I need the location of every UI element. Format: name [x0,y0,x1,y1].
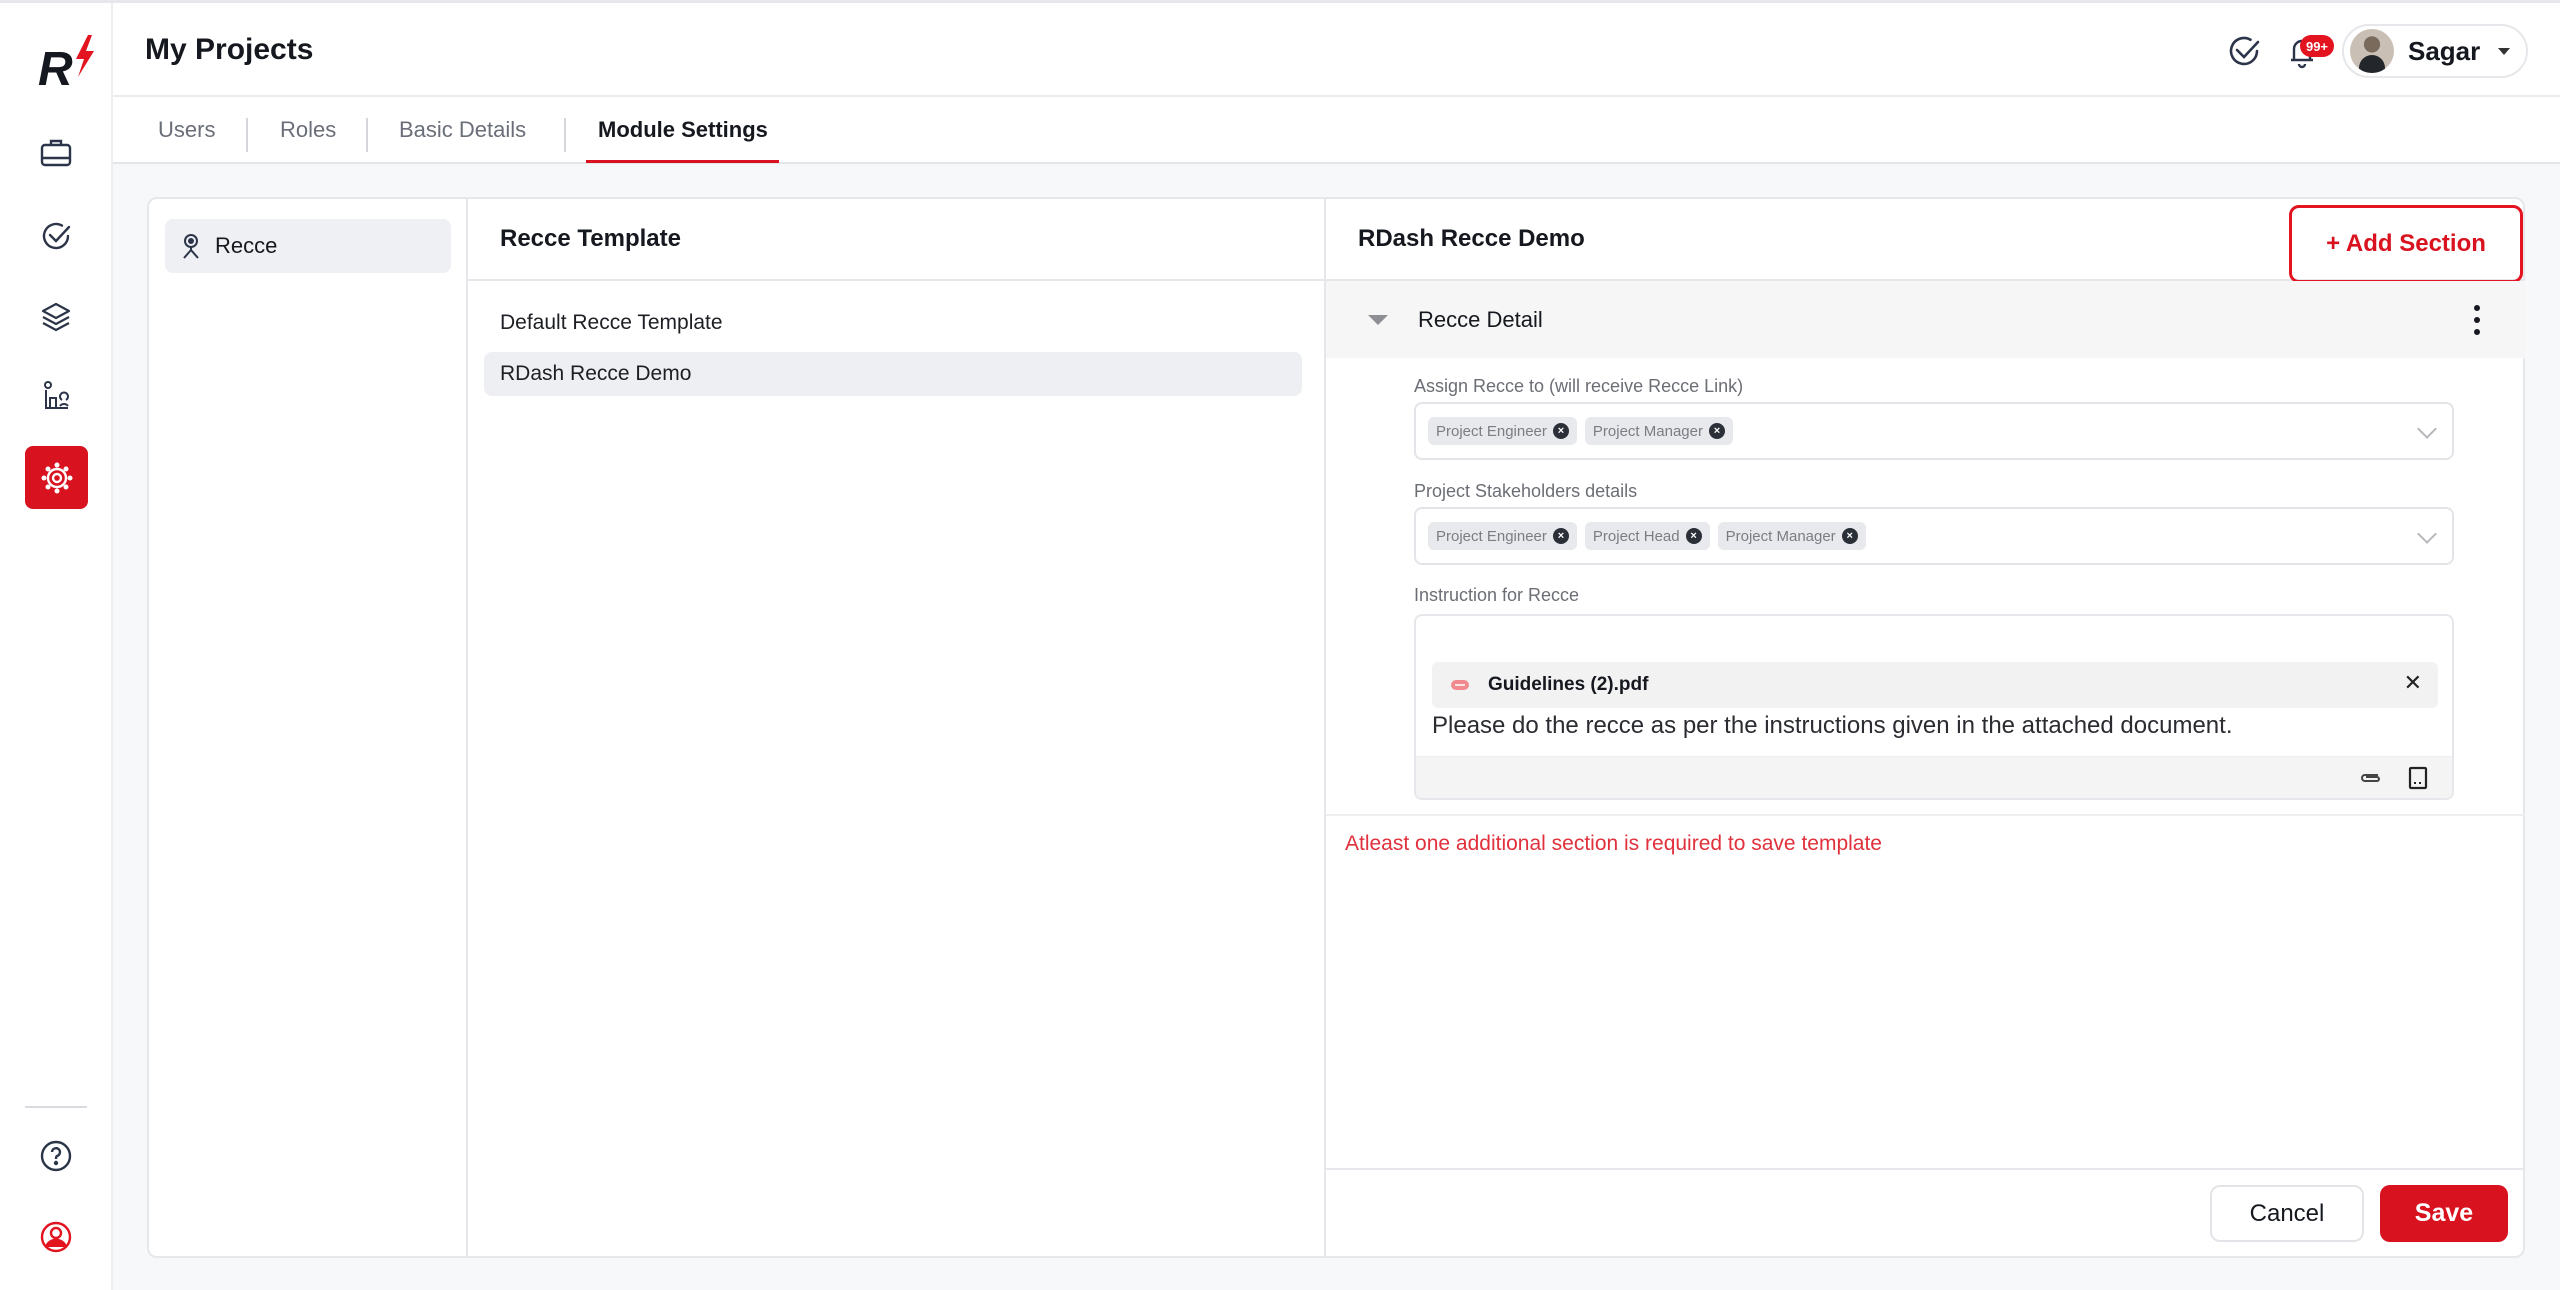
add-section-button[interactable]: + Add Section [2289,205,2523,283]
attach-file-icon[interactable] [2358,766,2382,790]
assign-recce-multiselect[interactable]: Project Engineer × Project Manager × [1414,402,2454,460]
layers-icon[interactable] [34,295,78,339]
role-chip: Project Head × [1584,522,1710,550]
notification-count-badge: 99+ [2300,35,2334,57]
instruction-editor[interactable]: Guidelines (2).pdf ✕ Please do the recce… [1414,614,2454,800]
instruction-text[interactable]: Please do the recce as per the instructi… [1432,712,2232,740]
tab-separator [564,118,566,152]
attachment-clip-icon [1451,680,1469,690]
remove-attachment-icon[interactable]: ✕ [2404,670,2422,696]
tab-basic-details[interactable]: Basic Details [399,117,526,143]
help-icon[interactable] [34,1134,78,1178]
active-tab-indicator [586,160,779,163]
module-label: Recce [215,233,278,258]
remove-chip-icon[interactable]: × [1685,528,1702,544]
role-chip: Project Manager × [1584,417,1733,445]
top-header: My Projects [113,3,2560,97]
user-avatar [2350,29,2394,73]
more-options-icon[interactable] [2469,305,2485,335]
tab-separator [246,118,248,152]
user-menu[interactable]: Sagar [2342,24,2528,78]
remove-chip-icon[interactable]: × [1552,528,1569,544]
surveyor-icon [183,234,199,259]
chevron-down-icon[interactable] [2417,419,2437,439]
validation-error-message: Atleast one additional section is requir… [1345,832,1882,855]
tab-separator [366,118,368,152]
module-list: Recce [149,199,468,1256]
app-logo[interactable]: R [36,33,100,96]
instruction-label: Instruction for Recce [1414,585,1580,605]
remove-chip-icon[interactable]: × [1841,528,1858,544]
tasks-check-icon[interactable] [2226,33,2262,69]
attachment-item[interactable]: Guidelines (2).pdf ✕ [1432,662,2438,708]
site-icon[interactable] [34,375,78,419]
module-settings-card: Recce Recce Template Default Recce Templ… [147,197,2525,1258]
template-editor-panel: RDash Recce Demo + Add Section Recce Det… [1326,199,2525,1256]
caret-down-icon [2498,47,2511,55]
section-title: Recce Detail [1418,306,1543,332]
section-divider [1326,814,2525,816]
section-header-recce-detail: Recce Detail [1326,281,2525,358]
settings-icon[interactable] [25,446,88,509]
page-title: My Projects [145,33,314,66]
remove-chip-icon[interactable]: × [1552,423,1569,439]
tab-roles[interactable]: Roles [280,117,336,143]
left-navigation-rail: R [0,3,113,1290]
user-profile-icon[interactable] [34,1215,78,1259]
user-name: Sagar [2408,35,2481,66]
role-chip: Project Engineer × [1428,417,1577,445]
collapse-caret-icon[interactable] [1368,314,1388,325]
template-list-heading: Recce Template [468,199,1324,281]
save-button[interactable]: Save [2380,1185,2508,1242]
stakeholders-label: Project Stakeholders details [1414,481,1638,501]
stakeholders-multiselect[interactable]: Project Engineer × Project Head × Project … [1414,507,2454,565]
attachment-file-name: Guidelines (2).pdf [1488,674,1649,695]
assign-recce-label: Assign Recce to (will receive Recce Link… [1414,376,1744,396]
editor-toolbar [1416,756,2452,798]
tab-users[interactable]: Users [158,117,215,143]
svg-text:R: R [38,43,73,93]
rail-divider [25,1106,87,1108]
footer-divider [1326,1168,2525,1170]
role-chip: Project Engineer × [1428,522,1577,550]
chevron-down-icon[interactable] [2417,524,2437,544]
template-item-selected[interactable]: RDash Recce Demo [484,352,1302,396]
tab-module-settings[interactable]: Module Settings [598,117,768,143]
task-check-icon[interactable] [34,214,78,258]
template-list-panel: Recce Template Default Recce Template RD… [468,199,1326,1256]
insert-image-icon[interactable] [2406,766,2430,790]
briefcase-icon[interactable] [34,131,78,175]
cancel-button[interactable]: Cancel [2210,1185,2364,1242]
remove-chip-icon[interactable]: × [1708,423,1725,439]
role-chip: Project Manager × [1717,522,1866,550]
module-item-recce[interactable]: Recce [165,219,451,273]
template-item[interactable]: Default Recce Template [484,301,1302,345]
